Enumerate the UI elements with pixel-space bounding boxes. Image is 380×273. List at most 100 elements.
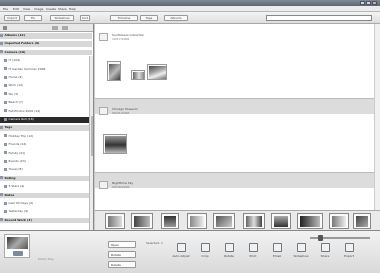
share-button[interactable]: Share bbox=[314, 243, 336, 269]
maximize-button[interactable] bbox=[366, 1, 371, 5]
sidebar-item[interactable]: Camera Roll (18) bbox=[0, 117, 93, 123]
sidebar-item[interactable]: Camera (18) bbox=[0, 49, 92, 56]
sidebar-item[interactable]: Albums (12) bbox=[0, 33, 92, 39]
album-icon bbox=[4, 67, 7, 71]
sidebar-item[interactable]: Imported Folders (9) bbox=[0, 41, 92, 47]
album-icon bbox=[4, 58, 7, 62]
sidebar-item[interactable]: Family (31) bbox=[0, 151, 93, 157]
sidebar-list: Albums (12) Imported Folders (9) Camera (1… bbox=[0, 33, 93, 230]
sidebar-item[interactable]: Ski (3) bbox=[0, 92, 93, 98]
filmstrip-thumbnail[interactable] bbox=[187, 213, 207, 229]
menu-image[interactable]: Image bbox=[34, 7, 43, 11]
sidebar-item-label: 5 Stars (4) bbox=[8, 184, 25, 189]
collapse-icon[interactable] bbox=[3, 26, 7, 30]
sidebar-item[interactable]: Dates bbox=[0, 192, 92, 199]
sidebar-item[interactable]: Fall Photos 2006 (14) bbox=[0, 109, 93, 115]
sidebar: Albums (12) Imported Folders (9) Camera (1… bbox=[0, 24, 94, 230]
filmstrip-thumbnail[interactable] bbox=[243, 213, 265, 229]
folder-icon bbox=[0, 218, 3, 222]
menu-share[interactable]: Share bbox=[58, 7, 67, 11]
search-input[interactable] bbox=[266, 15, 372, 21]
timeline-button[interactable]: Timeline bbox=[110, 15, 138, 21]
photo-thumbnail[interactable] bbox=[147, 64, 167, 80]
album-icon bbox=[4, 109, 7, 113]
delete-button[interactable]: Delete bbox=[108, 261, 136, 268]
rotate-icon bbox=[224, 243, 234, 252]
minimize-button[interactable] bbox=[360, 1, 365, 5]
slideshow-button[interactable]: Slideshow bbox=[50, 15, 74, 21]
sidebar-item-label: IT Garden Summer 2006 bbox=[8, 66, 46, 71]
sidebar-item-label: Yesterday (9) bbox=[8, 209, 29, 214]
sidebar-item[interactable]: Friends (44) bbox=[0, 142, 93, 148]
sidebar-scrollbar[interactable] bbox=[89, 56, 93, 230]
sidebar-item-label: Tags bbox=[4, 125, 13, 130]
slideshow-icon bbox=[296, 243, 306, 252]
albums-button[interactable]: Albums bbox=[164, 15, 188, 21]
sidebar-item[interactable]: Last 30 Days (2) bbox=[0, 201, 93, 207]
options-icon[interactable] bbox=[62, 26, 68, 30]
new-album-icon[interactable] bbox=[52, 26, 58, 30]
group-band bbox=[95, 98, 380, 114]
filmstrip-thumbnail[interactable] bbox=[329, 213, 349, 229]
sidebar-item[interactable]: IT (104) bbox=[0, 58, 93, 64]
sidebar-item[interactable]: Tags bbox=[0, 125, 92, 131]
sidebar-item-label: Rating bbox=[4, 175, 16, 180]
sidebar-item[interactable]: Work (12) bbox=[0, 83, 93, 89]
folder-icon bbox=[0, 193, 3, 197]
rotate-mini-button[interactable]: Rotate bbox=[108, 251, 136, 258]
sidebar-item[interactable]: Rating bbox=[0, 175, 92, 182]
album-icon bbox=[4, 209, 7, 213]
filmstrip-thumbnail[interactable] bbox=[131, 213, 153, 229]
filmstrip-thumbnail[interactable] bbox=[213, 213, 235, 229]
main-scrollbar[interactable] bbox=[374, 24, 380, 230]
filmstrip-thumbnail[interactable] bbox=[161, 213, 179, 229]
crop-button[interactable]: Crop bbox=[194, 243, 216, 269]
rotate-button[interactable]: Rotate bbox=[218, 243, 240, 269]
sidebar-item[interactable]: Yesterday (9) bbox=[0, 209, 93, 215]
sidebar-item[interactable]: 5 Stars (4) bbox=[0, 184, 93, 190]
open-button[interactable]: Open bbox=[108, 241, 136, 248]
close-button[interactable] bbox=[372, 1, 377, 5]
export-button[interactable]: Export bbox=[338, 243, 360, 269]
sidebar-item-label: Friends (44) bbox=[8, 142, 27, 147]
menu-help[interactable]: Help bbox=[69, 7, 76, 11]
photo-thumbnail[interactable] bbox=[103, 134, 127, 154]
menu-view[interactable]: View bbox=[23, 7, 30, 11]
sort-button[interactable]: Sort bbox=[80, 15, 90, 21]
group-date: 08/30/2006 bbox=[112, 185, 130, 189]
tags-button[interactable]: Tags bbox=[140, 15, 158, 21]
sidebar-item[interactable]: Home (4) bbox=[0, 75, 93, 81]
photo-thumbnail[interactable] bbox=[107, 61, 121, 81]
import-button[interactable]: Import bbox=[4, 15, 20, 21]
photo-tray-label: Photo Tray bbox=[38, 257, 54, 261]
filmstrip-thumbnail[interactable] bbox=[297, 213, 323, 229]
filmstrip-thumbnail[interactable] bbox=[353, 213, 371, 229]
auto-adjust-button[interactable]: Auto Adjust bbox=[170, 243, 192, 269]
folder-icon bbox=[99, 181, 108, 189]
sidebar-item-label: Dates bbox=[4, 192, 15, 197]
menu-file[interactable]: File bbox=[3, 7, 8, 11]
album-icon bbox=[4, 75, 7, 79]
zoom-slider-handle[interactable] bbox=[318, 235, 323, 241]
album-icon bbox=[4, 83, 7, 87]
fix-button[interactable]: Fix bbox=[24, 15, 42, 21]
sidebar-scroll-thumb[interactable] bbox=[90, 116, 93, 156]
preview-thumbnail[interactable] bbox=[4, 234, 30, 258]
email-button[interactable]: Email bbox=[266, 243, 288, 269]
sidebar-item[interactable]: Holiday Trip (12) bbox=[0, 133, 93, 140]
sidebar-item[interactable]: Travel (8) bbox=[0, 167, 93, 173]
sidebar-item-label: Imported Folders (9) bbox=[4, 41, 40, 46]
menu-create[interactable]: Create bbox=[46, 7, 56, 11]
print-button[interactable]: Print bbox=[242, 243, 264, 269]
slideshow-action-button[interactable]: Slideshow bbox=[290, 243, 312, 269]
photo-thumbnail[interactable] bbox=[131, 70, 145, 80]
selection-count: Selected: 1 bbox=[146, 241, 163, 245]
sidebar-item[interactable]: Beach (7) bbox=[0, 100, 93, 106]
sidebar-item[interactable]: Recent Work (3) bbox=[0, 217, 92, 224]
filmstrip-thumbnail[interactable] bbox=[105, 213, 125, 229]
filmstrip-thumbnail[interactable] bbox=[271, 213, 291, 229]
sidebar-item-label: Holiday Trip (12) bbox=[8, 133, 34, 138]
sidebar-item[interactable]: IT Garden Summer 2006 bbox=[0, 66, 93, 73]
sidebar-item[interactable]: Events (23) bbox=[0, 159, 93, 165]
menu-edit[interactable]: Edit bbox=[13, 7, 19, 11]
